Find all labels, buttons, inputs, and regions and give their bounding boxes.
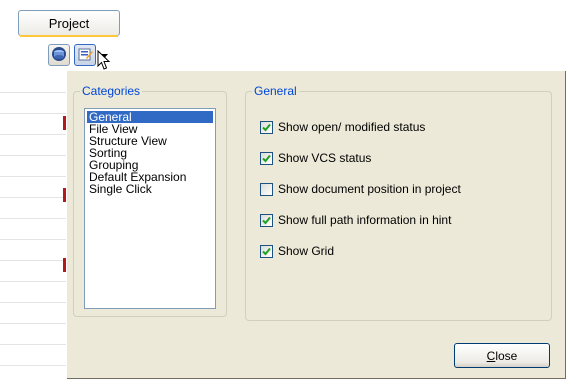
checkbox[interactable] (260, 120, 273, 134)
close-button-mnemonic: C (486, 348, 496, 363)
option-show-vcs-status[interactable]: Show VCS status (260, 151, 371, 165)
general-group: General Show open/ modified status Show … (245, 84, 552, 321)
close-button-label: lose (495, 348, 518, 363)
option-label: Show full path information in hint (278, 213, 452, 227)
option-label: Show Grid (278, 244, 335, 258)
categories-group: Categories General File View Structure V… (73, 84, 227, 317)
option-label: Show VCS status (278, 151, 372, 165)
close-button[interactable]: Close (454, 343, 550, 368)
database-icon (51, 46, 67, 65)
general-group-title: General (252, 84, 299, 98)
checkmark-icon (262, 216, 271, 224)
option-show-grid[interactable]: Show Grid (260, 244, 334, 258)
checkbox[interactable] (260, 213, 273, 227)
database-button[interactable] (48, 44, 70, 66)
background-grid (0, 72, 66, 379)
options-button[interactable] (74, 44, 96, 66)
tab-project-label: Project (48, 15, 90, 31)
options-popup: Categories General File View Structure V… (66, 70, 566, 379)
categories-list[interactable]: General File View Structure View Sorting… (84, 108, 216, 309)
checkbox[interactable] (260, 244, 273, 258)
checkmark-icon (262, 123, 271, 131)
option-show-full-path-hint[interactable]: Show full path information in hint (260, 213, 451, 227)
option-show-document-position[interactable]: Show document position in project (260, 182, 461, 196)
tab-project[interactable]: Project (18, 10, 120, 37)
checkmark-icon (262, 154, 271, 162)
options-icon (77, 46, 93, 65)
checkbox[interactable] (260, 182, 273, 196)
option-label: Show document position in project (278, 182, 461, 196)
checkmark-icon (262, 247, 271, 255)
option-label: Show open/ modified status (278, 120, 426, 134)
checkbox[interactable] (260, 151, 273, 165)
categories-group-title: Categories (80, 84, 143, 98)
option-show-open-modified-status[interactable]: Show open/ modified status (260, 120, 425, 134)
category-item-single-click[interactable]: Single Click (87, 183, 213, 195)
mouse-cursor-icon (97, 49, 111, 75)
